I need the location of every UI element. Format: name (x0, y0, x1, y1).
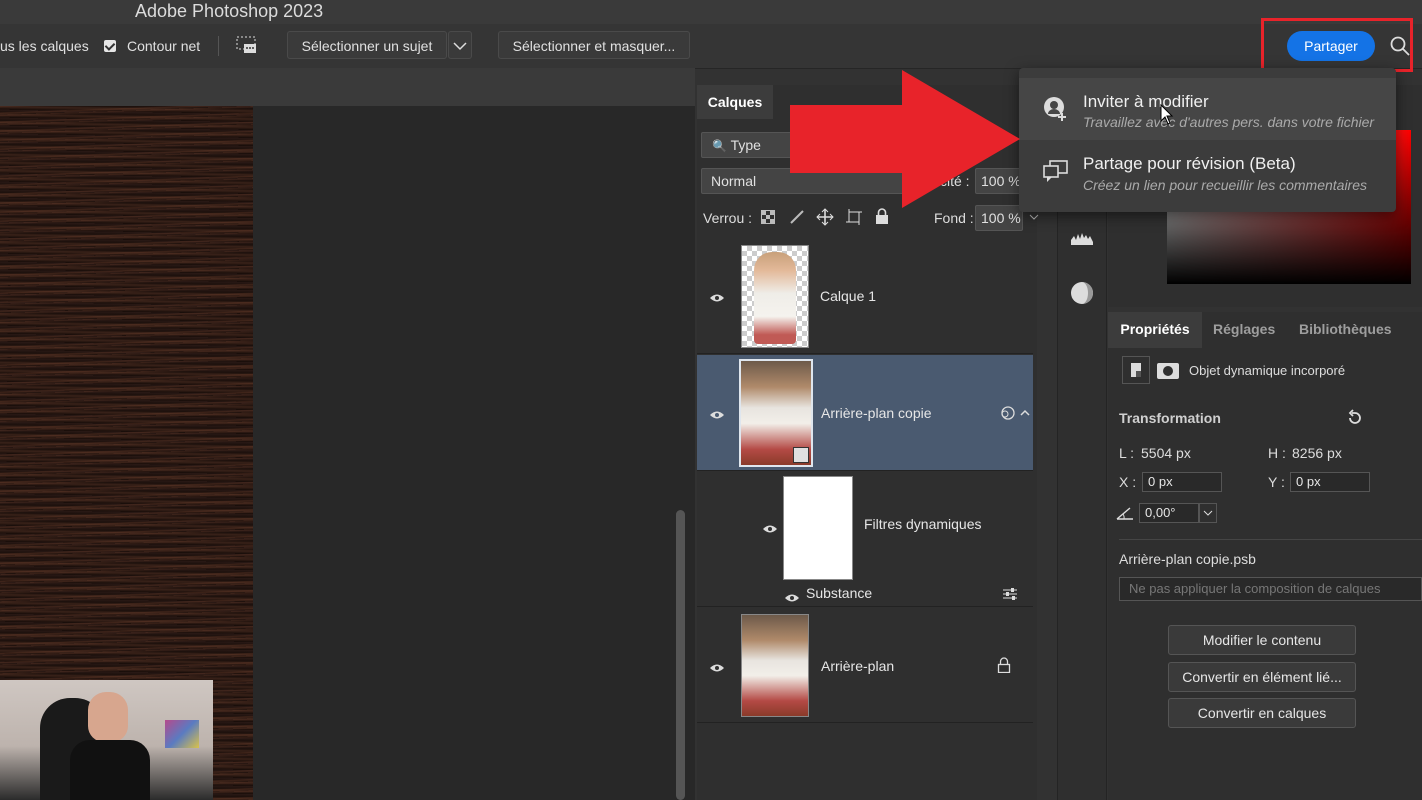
convert-to-linked-button[interactable]: Convertir en élément lié... (1168, 662, 1356, 692)
layer-row-filtres-dynamiques[interactable]: Filtres dynamiques Substance (697, 471, 1033, 607)
y-label: Y : (1268, 474, 1285, 490)
layer-name[interactable]: Calque 1 (820, 288, 876, 304)
webcam-overlay (0, 680, 213, 800)
contour-net-label: Contour net (127, 38, 201, 54)
lock-label: Verrou : (703, 210, 753, 226)
convert-to-layers-button[interactable]: Convertir en calques (1168, 698, 1356, 728)
divider (1119, 539, 1422, 540)
filter-mask-thumbnail[interactable] (783, 476, 853, 580)
x-label: X : (1119, 474, 1137, 490)
height-value: 8256 px (1292, 445, 1342, 461)
separator (218, 36, 219, 56)
select-subject-button[interactable]: Sélectionner un sujet (287, 31, 447, 59)
layer-comp-select[interactable]: Ne pas appliquer la composition de calqu… (1119, 577, 1422, 601)
lock-pixels-brush-icon[interactable] (789, 209, 805, 228)
lock-position-move-icon[interactable] (816, 208, 834, 229)
histogram-icon[interactable] (1070, 230, 1094, 249)
menu-item-invite-to-edit[interactable]: Inviter à modifier Travaillez avec d'aut… (1019, 78, 1396, 140)
menu-item-title: Inviter à modifier (1083, 92, 1209, 111)
menu-item-subtitle: Travaillez avec d'autres pers. dans votr… (1083, 114, 1375, 130)
menu-item-share-for-review[interactable]: Partage pour révision (Beta) Créez un li… (1019, 142, 1396, 204)
chevron-down-icon[interactable] (1199, 503, 1217, 523)
select-and-mask-button[interactable]: Sélectionner et masquer... (498, 31, 690, 59)
smart-object-badge-icon (793, 447, 809, 463)
title-bar: Adobe Photoshop 2023 (0, 0, 1422, 25)
annotation-arrow (790, 70, 1020, 208)
invite-person-icon (1043, 96, 1069, 125)
smart-object-icon (1122, 356, 1150, 384)
mouse-cursor-icon (1160, 103, 1174, 129)
presenter-body (70, 740, 150, 800)
chevron-down-icon[interactable] (1028, 210, 1040, 226)
document-tab-bar (0, 68, 695, 106)
select-subject-cloud-icon[interactable] (236, 36, 256, 54)
reset-transform-icon[interactable] (1346, 409, 1364, 430)
smart-filter-icon[interactable] (999, 405, 1015, 424)
layer-row-arriere-plan-copie[interactable]: Arrière-plan copie (697, 355, 1033, 471)
object-type-label: Objet dynamique incorporé (1189, 363, 1346, 378)
eye-icon[interactable] (709, 407, 725, 419)
presenter-face (88, 692, 128, 742)
eye-icon[interactable] (784, 590, 800, 602)
y-input[interactable]: 0 px (1290, 472, 1370, 492)
select-subject-dropdown[interactable] (448, 31, 472, 59)
layer-row-arriere-plan[interactable]: Arrière-plan (697, 607, 1033, 723)
layer-name[interactable]: Arrière-plan (821, 658, 894, 674)
menu-item-subtitle: Créez un lien pour recueillir les commen… (1083, 177, 1368, 193)
eye-icon[interactable] (709, 290, 725, 302)
angle-icon (1116, 506, 1134, 523)
options-bar: us les calques Contour net Sélectionner … (0, 24, 1422, 69)
sample-all-layers-label: us les calques (0, 38, 89, 54)
height-label: H : (1268, 445, 1286, 461)
layer-name[interactable]: Filtres dynamiques (864, 516, 982, 532)
linked-file-name: Arrière-plan copie.psb (1119, 551, 1256, 567)
filter-options-icon[interactable] (1002, 587, 1018, 604)
tab-proprietes[interactable]: Propriétés (1108, 312, 1202, 348)
filter-name[interactable]: Substance (806, 585, 872, 601)
transformation-heading: Transformation (1119, 410, 1221, 426)
fill-input[interactable]: 100 % (975, 205, 1023, 231)
tab-bibliotheques[interactable]: Bibliothèques (1299, 312, 1392, 348)
layer-row-calque-1[interactable]: Calque 1 (697, 238, 1033, 354)
review-comment-icon (1043, 160, 1069, 187)
tab-calques[interactable]: Calques (697, 85, 773, 119)
lock-icon (997, 657, 1011, 676)
mask-icon[interactable] (1157, 363, 1179, 382)
width-value: 5504 px (1141, 445, 1191, 461)
layer-filter-label: Type (730, 137, 761, 153)
contour-net-checkbox[interactable] (104, 40, 116, 52)
angle-input[interactable]: 0,00° (1139, 503, 1199, 523)
canvas-scrollbar[interactable] (676, 510, 685, 800)
tab-reglages[interactable]: Réglages (1213, 312, 1275, 348)
edit-contents-button[interactable]: Modifier le contenu (1168, 625, 1356, 655)
layer-thumbnail (739, 359, 813, 467)
app-title: Adobe Photoshop 2023 (135, 1, 324, 21)
layer-name[interactable]: Arrière-plan copie (821, 405, 932, 421)
lock-artboard-icon[interactable] (845, 208, 863, 229)
fill-label: Fond : (934, 210, 974, 226)
chevron-up-icon[interactable] (1019, 406, 1031, 422)
eye-icon[interactable] (709, 660, 725, 672)
menu-item-title: Partage pour révision (Beta) (1083, 154, 1296, 173)
width-label: L : (1119, 445, 1135, 461)
background-painting (165, 720, 199, 748)
eye-icon[interactable] (762, 521, 778, 533)
lock-transparency-icon[interactable] (761, 210, 775, 227)
navigator-icon[interactable] (1070, 281, 1094, 308)
chevron-down-icon (453, 38, 467, 54)
x-input[interactable]: 0 px (1142, 472, 1222, 492)
layer-thumbnail (741, 245, 809, 348)
lock-all-icon[interactable] (875, 208, 889, 227)
share-highlight-box (1261, 18, 1413, 72)
layer-thumbnail (741, 614, 809, 717)
search-icon: 🔍 (712, 139, 727, 153)
